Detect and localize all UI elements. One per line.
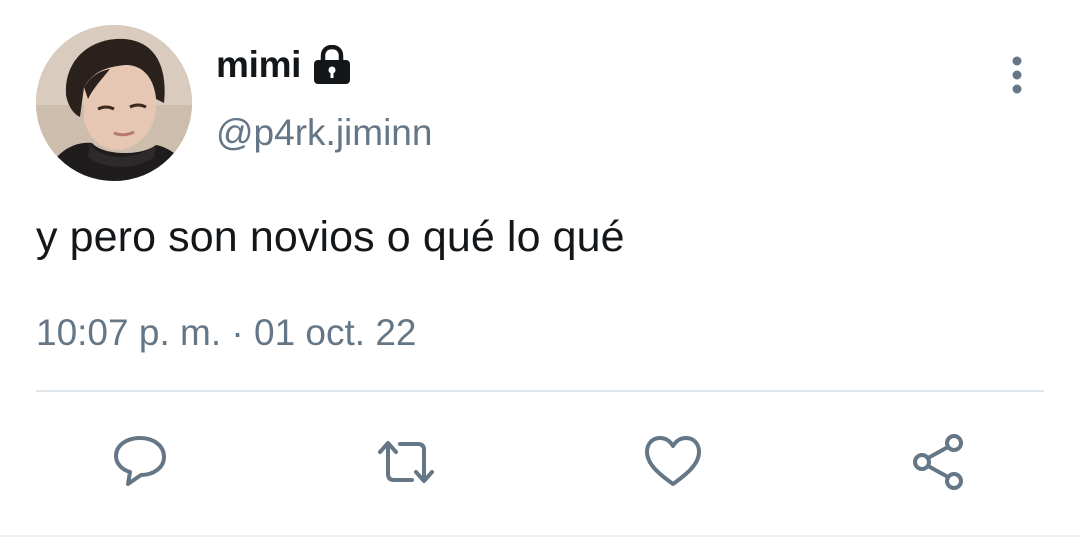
tweet-time: 10:07 p. m.	[36, 312, 222, 353]
tweet-date: 01 oct. 22	[254, 312, 417, 353]
meta-separator: ·	[231, 312, 244, 353]
tweet-timestamp[interactable]: 10:07 p. m. · 01 oct. 22	[36, 312, 417, 354]
display-name[interactable]: mimi	[216, 44, 301, 86]
heart-icon	[645, 436, 701, 486]
like-button[interactable]	[641, 430, 705, 494]
user-handle[interactable]: @p4rk.jiminn	[216, 112, 432, 154]
share-button[interactable]	[907, 430, 971, 494]
tweet-text: y pero son novios o qué lo qué	[36, 213, 625, 261]
divider	[36, 390, 1044, 392]
avatar-image	[36, 25, 192, 181]
retweet-icon	[378, 441, 434, 483]
more-vertical-icon	[1012, 56, 1022, 94]
bottom-divider	[0, 535, 1080, 537]
share-icon	[913, 434, 963, 490]
reply-button[interactable]	[108, 430, 172, 494]
avatar[interactable]	[36, 25, 192, 181]
action-bar	[0, 430, 1080, 494]
lock-icon	[311, 44, 353, 85]
reply-icon	[114, 436, 166, 486]
display-name-row[interactable]: mimi	[216, 44, 353, 86]
more-options-button[interactable]	[1002, 54, 1032, 96]
tweet-card: mimi @p4rk.jiminn y pero son novios o qu…	[0, 0, 1080, 555]
retweet-button[interactable]	[374, 430, 438, 494]
